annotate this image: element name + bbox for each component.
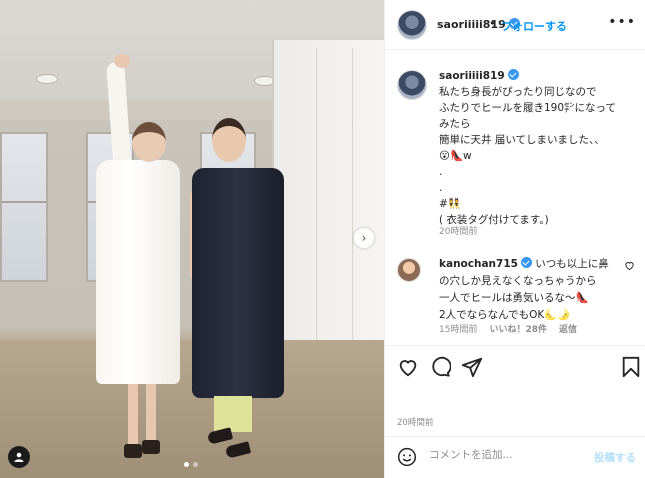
caption-avatar[interactable] bbox=[397, 70, 427, 100]
emoji-icon[interactable] bbox=[397, 447, 417, 467]
verified-badge-icon bbox=[507, 69, 519, 80]
comment-timestamp: 15時間前 bbox=[439, 325, 478, 335]
comment-heart-icon[interactable] bbox=[624, 260, 635, 271]
comment-body: kanochan715 いつも以上に鼻 の穴しか見えなくなっちゃうから 一人でヒ… bbox=[439, 256, 619, 324]
person-right-pants bbox=[214, 396, 252, 432]
carousel-dot-active bbox=[184, 462, 189, 467]
caption-text: 私たち身長がぴったり同じなので ふたりでヒールを履き190㌢になって みたら 簡… bbox=[439, 86, 617, 226]
chevron-right-icon: › bbox=[361, 231, 367, 245]
person-right-head bbox=[212, 118, 246, 162]
caption-body: saoriiiii819 私たち身長がぴったり同じなので ふたりでヒールを履き1… bbox=[439, 68, 639, 228]
person-left-shoe bbox=[142, 440, 160, 454]
tagged-users-button[interactable] bbox=[8, 446, 30, 468]
instagram-post: › saoriiiii819 • フォローする ••• saoriiiii819… bbox=[0, 0, 645, 478]
comment-likes[interactable]: いいね！28件 bbox=[489, 322, 547, 335]
person-icon bbox=[14, 452, 24, 462]
person-left-leg bbox=[146, 384, 156, 446]
action-bar bbox=[385, 345, 645, 385]
share-icon[interactable] bbox=[461, 356, 483, 378]
post-photo[interactable]: › bbox=[0, 0, 384, 478]
post-timestamp: 20時間前 bbox=[397, 418, 434, 428]
bookmark-icon[interactable] bbox=[621, 356, 641, 378]
caption-timestamp: 20時間前 bbox=[439, 227, 478, 237]
photo-window bbox=[0, 132, 48, 282]
header-bullet: • bbox=[489, 17, 496, 30]
comment-input[interactable] bbox=[429, 449, 579, 461]
person-left-head bbox=[132, 122, 166, 162]
comment-reply-button[interactable]: 返信 bbox=[559, 322, 577, 335]
comment-avatar[interactable] bbox=[397, 258, 421, 282]
verified-badge-icon bbox=[520, 257, 532, 268]
post-comment-button[interactable]: 投稿する bbox=[594, 450, 636, 465]
person-left-hand bbox=[114, 54, 130, 68]
carousel-dot bbox=[193, 462, 198, 467]
person-right-dress bbox=[192, 168, 284, 398]
carousel-next-button[interactable]: › bbox=[354, 228, 374, 248]
heart-icon[interactable] bbox=[397, 356, 419, 378]
comment-username[interactable]: kanochan715 bbox=[439, 258, 518, 270]
caption-username[interactable]: saoriiiii819 bbox=[439, 70, 505, 82]
carousel-dots bbox=[184, 462, 198, 467]
comment-input-bar: 投稿する bbox=[385, 436, 645, 478]
person-left-shoe bbox=[124, 444, 142, 458]
comment-meta: 15時間前 いいね！28件 返信 bbox=[439, 322, 577, 335]
ceiling-light bbox=[36, 74, 58, 84]
post-header: saoriiiii819 • フォローする ••• bbox=[385, 0, 645, 50]
more-options-icon[interactable]: ••• bbox=[608, 14, 636, 30]
post-side-panel: saoriiiii819 • フォローする ••• saoriiiii819 私… bbox=[384, 0, 645, 478]
avatar[interactable] bbox=[397, 10, 427, 40]
person-left-leg bbox=[128, 384, 138, 448]
comment-icon[interactable] bbox=[429, 356, 451, 378]
person-left-dress bbox=[96, 160, 180, 384]
follow-button[interactable]: フォローする bbox=[501, 18, 567, 34]
